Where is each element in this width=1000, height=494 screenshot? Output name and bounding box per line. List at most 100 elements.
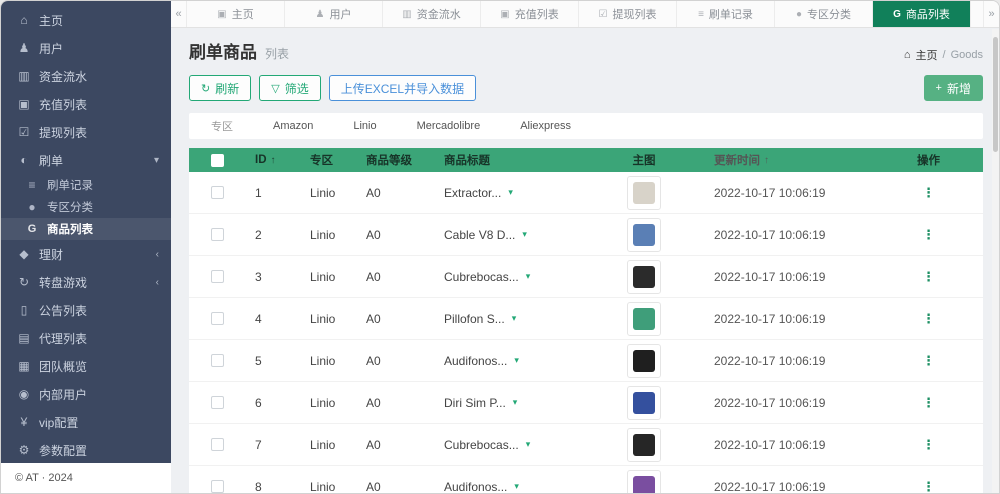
tab-label: 用户: [329, 6, 351, 22]
tab-brush-records[interactable]: ≡刷单记录: [677, 1, 775, 27]
sort-icon[interactable]: ↑: [271, 155, 276, 166]
title-dropdown-icon[interactable]: ▾: [508, 187, 513, 198]
zone-option-mercadolibre[interactable]: Mercadolibre: [417, 120, 481, 132]
sidebar-item-announcement-list[interactable]: ▯公告列表: [1, 296, 171, 324]
tab-home[interactable]: ▣主页: [187, 1, 285, 27]
row-checkbox[interactable]: [211, 354, 224, 367]
cell-update-time: 2022-10-17 10:06:19: [704, 480, 874, 494]
product-thumbnail[interactable]: [627, 344, 661, 378]
row-checkbox[interactable]: [211, 228, 224, 241]
tab-recharge-list[interactable]: ▣充值列表: [481, 1, 579, 27]
row-actions-icon[interactable]: ⋮: [922, 269, 935, 285]
title-dropdown-icon[interactable]: ▾: [522, 229, 527, 240]
refresh-button-label: 刷新: [215, 80, 239, 97]
sidebar-item-brush-records[interactable]: ≡刷单记录: [1, 174, 171, 196]
product-image: [633, 308, 655, 330]
refresh-icon: ↻: [201, 82, 210, 95]
sidebar-item-params-config[interactable]: ⚙参数配置: [1, 436, 171, 464]
row-checkbox[interactable]: [211, 480, 224, 493]
row-actions-icon[interactable]: ⋮: [922, 353, 935, 369]
product-image: [633, 350, 655, 372]
chevron-icon: ‹: [156, 249, 159, 260]
breadcrumb-home-link[interactable]: 主页: [916, 47, 938, 63]
product-thumbnail[interactable]: [627, 386, 661, 420]
select-all-checkbox[interactable]: [211, 154, 224, 167]
title-dropdown-icon[interactable]: ▾: [526, 439, 531, 450]
row-actions-icon[interactable]: ⋮: [922, 395, 935, 411]
column-header-title: 商品标题: [434, 152, 584, 168]
cell-title: Cubrebocas...▾: [434, 438, 584, 452]
title-dropdown-icon[interactable]: ▾: [513, 397, 518, 408]
tab-label: 提现列表: [612, 6, 656, 22]
cell-update-time: 2022-10-17 10:06:19: [704, 354, 874, 368]
row-actions-icon[interactable]: ⋮: [922, 185, 935, 201]
sidebar-item-internal-users[interactable]: ◉内部用户: [1, 380, 171, 408]
sidebar-item-home[interactable]: ⌂主页: [1, 6, 171, 34]
internal-users-label: 内部用户: [39, 386, 87, 403]
row-actions-icon[interactable]: ⋮: [922, 479, 935, 494]
tab-users[interactable]: ♟用户: [285, 1, 383, 27]
sidebar-item-brush-order[interactable]: ◐刷单▾: [1, 146, 171, 174]
product-thumbnail[interactable]: [627, 302, 661, 336]
row-actions-icon[interactable]: ⋮: [922, 437, 935, 453]
row-actions-icon[interactable]: ⋮: [922, 227, 935, 243]
sidebar-item-funds-flow[interactable]: ▥资金流水: [1, 62, 171, 90]
sidebar-item-goods-list[interactable]: G商品列表: [1, 218, 171, 240]
product-thumbnail[interactable]: [627, 176, 661, 210]
product-thumbnail[interactable]: [627, 218, 661, 252]
cell-id: 8: [245, 480, 300, 494]
tabs-scroll-right-icon[interactable]: »: [983, 1, 999, 27]
sidebar-item-agent-list[interactable]: ▤代理列表: [1, 324, 171, 352]
sidebar-item-recharge-list[interactable]: ▣充值列表: [1, 90, 171, 118]
row-checkbox[interactable]: [211, 186, 224, 199]
sidebar-item-withdraw-list[interactable]: ☑提现列表: [1, 118, 171, 146]
sort-icon[interactable]: ↑: [764, 155, 769, 166]
sidebar-item-wheel-game[interactable]: ↻转盘游戏‹: [1, 268, 171, 296]
sidebar-item-zone-category[interactable]: ●专区分类: [1, 196, 171, 218]
title-dropdown-icon[interactable]: ▾: [512, 313, 517, 324]
column-header-label: 主图: [633, 152, 656, 168]
tab-zone-category[interactable]: ●专区分类: [775, 1, 873, 27]
tab-withdraw-list[interactable]: ☑提现列表: [579, 1, 677, 27]
zone-option-aliexpress[interactable]: Aliexpress: [520, 120, 571, 132]
title-dropdown-icon[interactable]: ▾: [514, 481, 519, 492]
row-checkbox[interactable]: [211, 438, 224, 451]
title-dropdown-icon[interactable]: ▾: [526, 271, 531, 282]
product-thumbnail[interactable]: [627, 470, 661, 494]
add-button[interactable]: + 新增: [924, 75, 983, 101]
sidebar-item-finance[interactable]: ◆理财‹: [1, 240, 171, 268]
product-thumbnail[interactable]: [627, 260, 661, 294]
row-checkbox[interactable]: [211, 312, 224, 325]
brush-order-icon: ◐: [15, 153, 33, 167]
refresh-button[interactable]: ↻ 刷新: [189, 75, 251, 101]
row-checkbox[interactable]: [211, 396, 224, 409]
product-thumbnail[interactable]: [627, 428, 661, 462]
filter-button[interactable]: ▽ 筛选: [259, 75, 320, 101]
sidebar-item-vip-config[interactable]: ¥vip配置: [1, 408, 171, 436]
cell-grade: A0: [356, 270, 434, 284]
cell-update-time: 2022-10-17 10:06:19: [704, 186, 874, 200]
home-label: 主页: [39, 12, 63, 29]
tabs-scroll-left-icon[interactable]: «: [171, 1, 187, 27]
sidebar-item-team-overview[interactable]: ▦团队概览: [1, 352, 171, 380]
zone-filter-bar: 专区 AmazonLinioMercadolibreAliexpress: [189, 113, 983, 139]
upload-excel-button[interactable]: 上传EXCEL并导入数据: [329, 75, 476, 101]
cell-zone: Linio: [300, 354, 356, 368]
sidebar-item-users[interactable]: ♟用户: [1, 34, 171, 62]
zone-option-amazon[interactable]: Amazon: [273, 120, 313, 132]
finance-icon: ◆: [15, 247, 33, 261]
tab-funds-flow[interactable]: ▥资金流水: [383, 1, 481, 27]
product-image: [633, 266, 655, 288]
row-actions-icon[interactable]: ⋮: [922, 311, 935, 327]
users-icon: ♟: [15, 41, 33, 55]
brush-records-label: 刷单记录: [47, 177, 93, 193]
cell-title: Pillofon S...▾: [434, 312, 584, 326]
table-row: 2LinioA0Cable V8 D...▾2022-10-17 10:06:1…: [189, 214, 983, 256]
zone-option-linio[interactable]: Linio: [353, 120, 376, 132]
tab-goods-list[interactable]: G商品列表: [873, 1, 971, 27]
scrollbar-thumb[interactable]: [993, 37, 998, 152]
title-dropdown-icon[interactable]: ▾: [514, 355, 519, 366]
cell-grade: A0: [356, 186, 434, 200]
goods-list-icon: G: [23, 223, 41, 235]
row-checkbox[interactable]: [211, 270, 224, 283]
